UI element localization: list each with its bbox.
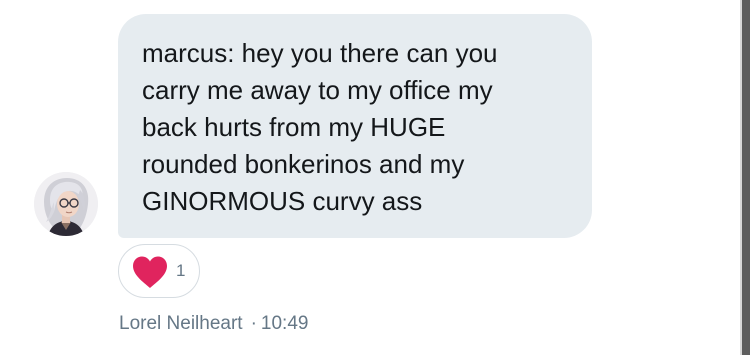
message-meta: Lorel Neilheart · 10:49 <box>119 311 308 337</box>
sender-avatar[interactable] <box>34 172 98 236</box>
heart-icon <box>133 256 167 288</box>
avatar-illustration-icon <box>34 172 98 236</box>
dm-conversation: marcus: hey you there can you carry me a… <box>0 0 750 355</box>
reaction-count: 1 <box>176 261 186 280</box>
message-text-line: back hurts from my HUGE <box>142 112 446 142</box>
meta-separator: · <box>250 313 257 334</box>
message-text-line: marcus: hey you there can you <box>142 38 498 68</box>
message-bubble[interactable]: marcus: hey you there can you carry me a… <box>118 14 592 238</box>
sender-name[interactable]: Lorel Neilheart <box>119 313 243 334</box>
message-text-line: carry me away to my office my <box>142 75 493 105</box>
window-edge-shadow <box>742 0 750 355</box>
message-text-line: GINORMOUS curvy ass <box>142 186 423 216</box>
message-timestamp: 10:49 <box>260 313 309 334</box>
message-text-line: rounded bonkerinos and my <box>142 149 465 179</box>
heart-reaction-button[interactable]: 1 <box>118 244 200 298</box>
